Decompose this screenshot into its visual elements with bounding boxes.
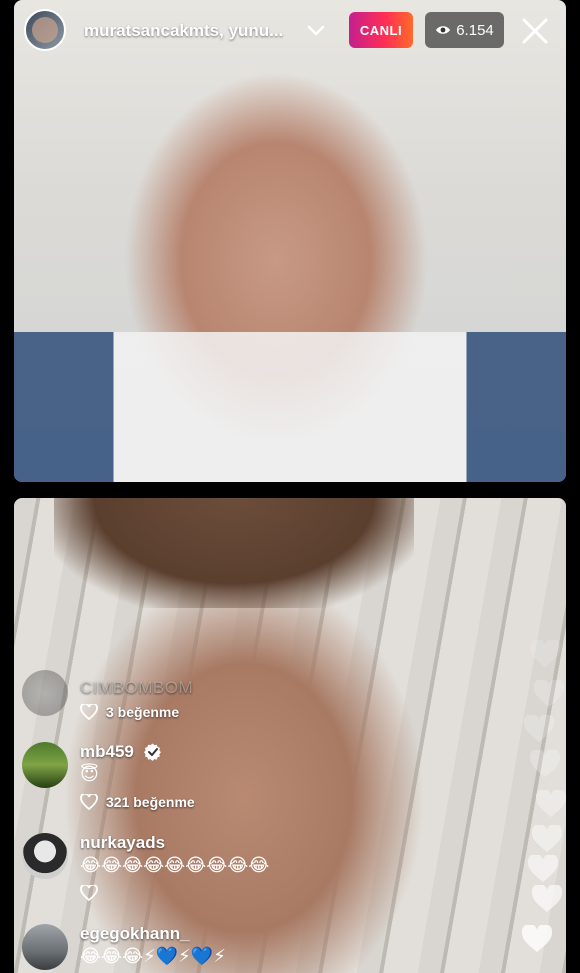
comment-like-row[interactable] (80, 885, 98, 901)
host-video-panel[interactable] (14, 0, 566, 482)
eye-icon (436, 26, 451, 34)
comment-username[interactable]: mb459 (80, 742, 134, 762)
host-figure (14, 332, 566, 482)
comment-avatar[interactable] (22, 833, 68, 879)
comment-likes: 3 beğenme (106, 704, 180, 720)
heart-icon (535, 790, 567, 817)
chevron-down-icon[interactable] (306, 20, 326, 40)
heart-icon (523, 715, 555, 742)
host-avatar[interactable] (24, 9, 66, 51)
host-usernames[interactable]: muratsancakmts, yunu... (84, 21, 283, 41)
comment-like-row[interactable]: 321 beğenme (80, 794, 195, 810)
comment-likes: 321 beğenme (106, 794, 195, 810)
heart-icon[interactable] (80, 885, 98, 901)
heart-icon (521, 925, 553, 952)
comment-text: 😂😂😂😂😂😂😂😂😂 (80, 855, 270, 875)
floating-hearts (515, 640, 575, 960)
live-header: muratsancakmts, yunu... CANLI 6.154 (0, 0, 580, 62)
comment-avatar[interactable] (22, 742, 68, 788)
viewer-count: 6.154 (456, 21, 494, 39)
heart-icon (529, 640, 561, 667)
comment-like-row[interactable]: 3 beğenme (80, 704, 179, 720)
heart-icon (527, 855, 559, 882)
heart-icon (531, 885, 563, 912)
viewer-count-pill[interactable]: 6.154 (425, 12, 504, 48)
heart-icon[interactable] (80, 704, 98, 720)
heart-icon (533, 680, 565, 707)
comment-text: 😇 (80, 764, 99, 784)
comment-text: 😂😂😂⚡💙⚡💙⚡ (80, 946, 226, 966)
live-badge: CANLI (349, 12, 413, 48)
comment-username[interactable]: egegokhann_ (80, 924, 190, 944)
heart-icon (531, 825, 563, 852)
close-icon[interactable] (520, 16, 550, 46)
comment-avatar[interactable] (22, 670, 68, 716)
comment-avatar[interactable] (22, 924, 68, 970)
verified-badge-icon (144, 743, 161, 761)
comment-username[interactable]: nurkayads (80, 833, 165, 853)
heart-icon[interactable] (80, 794, 98, 810)
guest-figure (54, 498, 414, 608)
heart-icon (529, 750, 561, 777)
guest-video-panel[interactable] (14, 498, 566, 973)
comment-username[interactable]: CIMBOMBOM (80, 678, 193, 698)
